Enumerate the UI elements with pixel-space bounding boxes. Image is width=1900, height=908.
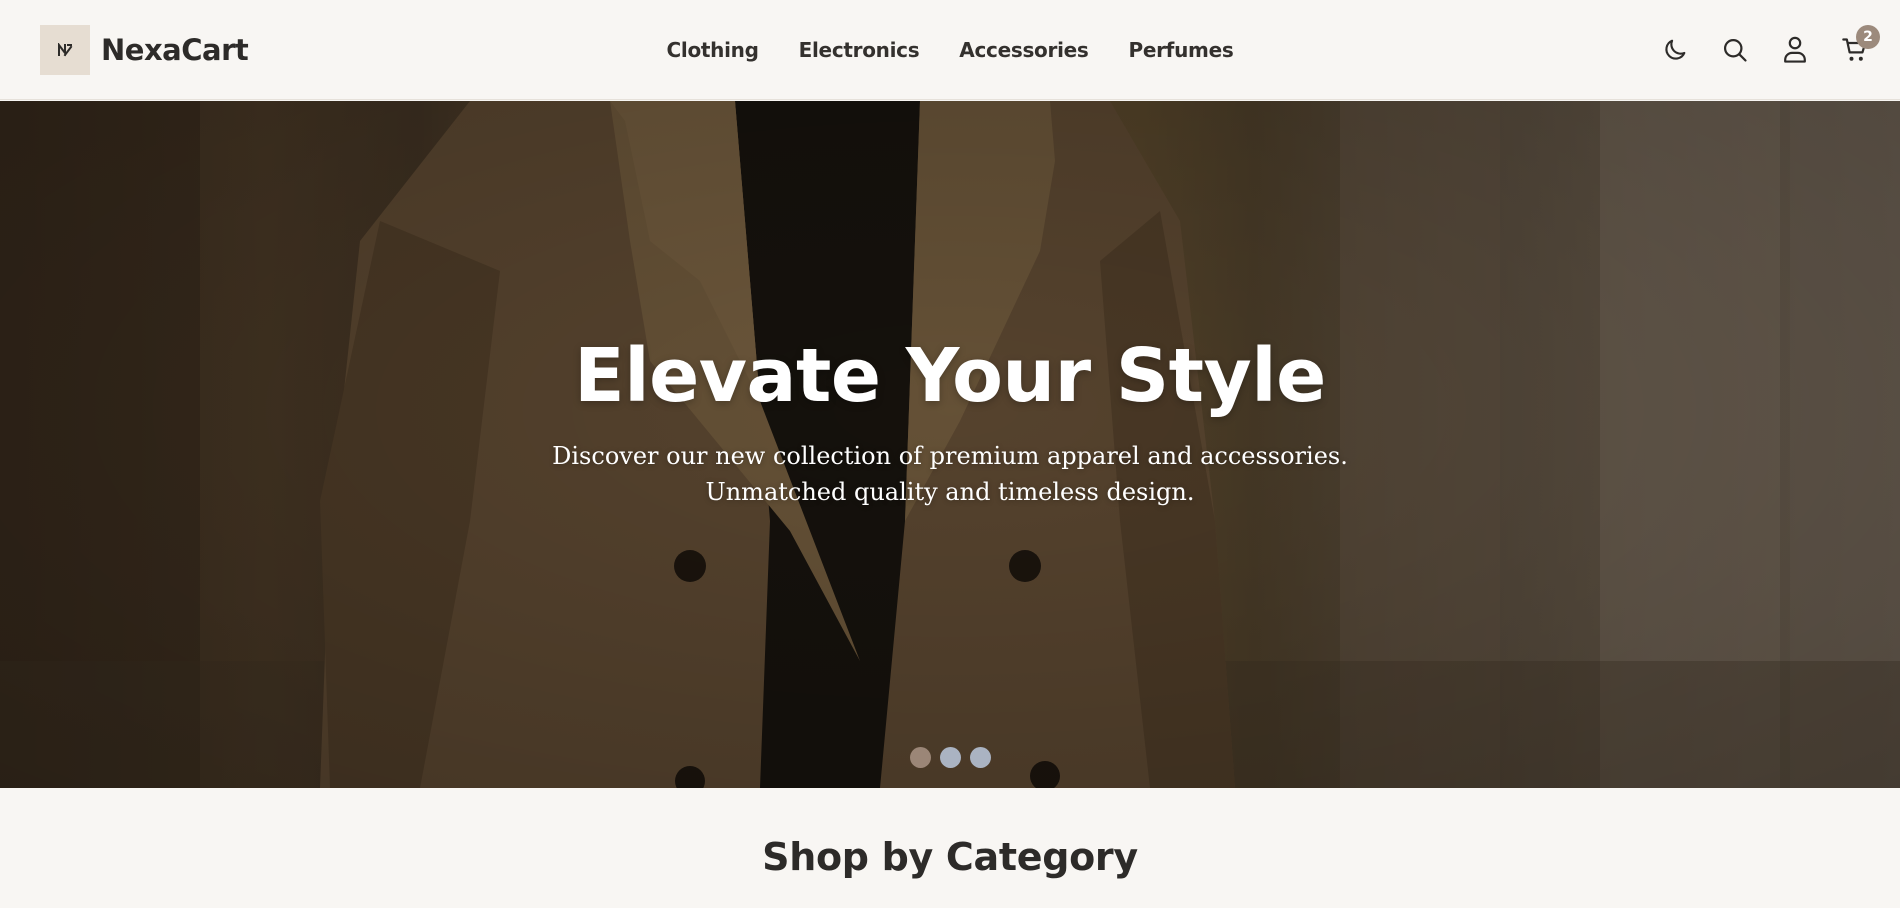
cart-count-badge: 2	[1856, 25, 1880, 49]
search-button[interactable]	[1717, 28, 1753, 72]
search-icon	[1723, 38, 1747, 62]
site-header: NexaCart Clothing Electronics Accessorie…	[0, 0, 1900, 100]
hero-title: Elevate Your Style	[574, 333, 1326, 419]
user-icon	[1784, 36, 1806, 63]
hero-subtitle-line-1: Discover our new collection of premium a…	[552, 442, 1348, 470]
nav-link-accessories[interactable]: Accessories	[959, 38, 1089, 62]
moon-icon	[1665, 39, 1686, 60]
nav-link-perfumes[interactable]: Perfumes	[1129, 38, 1234, 62]
hero-subtitle: Discover our new collection of premium a…	[0, 438, 1900, 510]
logo-n-icon	[58, 43, 73, 57]
brand-logo[interactable]: NexaCart	[40, 25, 249, 75]
carousel-dot-1[interactable]	[909, 747, 931, 768]
main-nav: Clothing Electronics Accessories Perfume…	[0, 0, 1900, 100]
carousel-dot-2[interactable]	[939, 747, 961, 768]
account-button[interactable]	[1777, 28, 1813, 72]
nav-link-clothing[interactable]: Clothing	[667, 38, 759, 62]
carousel-dots	[0, 747, 1900, 768]
cart-button[interactable]: 2	[1837, 25, 1880, 72]
header-actions: 2	[1657, 25, 1880, 72]
shop-by-category-heading: Shop by Category	[762, 835, 1138, 879]
hero-banner: Elevate Your Style Discover our new coll…	[0, 101, 1900, 788]
logo-mark	[40, 25, 90, 75]
theme-toggle-button[interactable]	[1657, 28, 1693, 72]
hero-subtitle-line-2: Unmatched quality and timeless design.	[705, 478, 1195, 506]
nav-link-electronics[interactable]: Electronics	[799, 38, 920, 62]
carousel-dot-3[interactable]	[969, 747, 991, 768]
brand-name: NexaCart	[101, 33, 249, 67]
